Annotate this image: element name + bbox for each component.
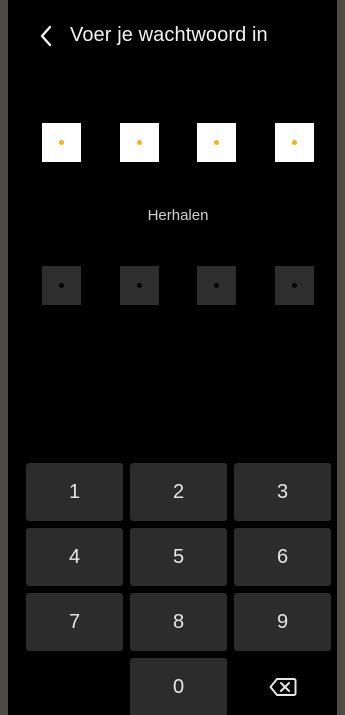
- pin-box-2: [120, 123, 159, 162]
- backspace-icon: [269, 678, 296, 696]
- pin-dot: [59, 283, 64, 288]
- key-3[interactable]: 3: [234, 463, 331, 521]
- key-4[interactable]: 4: [26, 528, 123, 586]
- pin-box-3: [197, 123, 236, 162]
- key-6[interactable]: 6: [234, 528, 331, 586]
- key-2[interactable]: 2: [130, 463, 227, 521]
- pin-dot: [214, 140, 219, 145]
- passcode-screen: Voer je wachtwoord in Herhalen 1 2 3 4 5…: [8, 0, 337, 715]
- page-title: Voer je wachtwoord in: [70, 24, 268, 46]
- key-1[interactable]: 1: [26, 463, 123, 521]
- header: Voer je wachtwoord in: [8, 0, 337, 72]
- key-7[interactable]: 7: [26, 593, 123, 651]
- pin-dot: [214, 283, 219, 288]
- delete-button[interactable]: [234, 658, 331, 715]
- back-button[interactable]: [32, 22, 60, 50]
- pin-dot: [292, 283, 297, 288]
- pin-dot: [137, 140, 142, 145]
- key-9[interactable]: 9: [234, 593, 331, 651]
- key-0[interactable]: 0: [130, 658, 227, 715]
- repeat-box-3: [197, 266, 236, 305]
- repeat-box-4: [275, 266, 314, 305]
- pin-repeat-row: [42, 266, 315, 306]
- pin-box-1: [42, 123, 81, 162]
- key-5[interactable]: 5: [130, 528, 227, 586]
- chevron-left-icon: [40, 25, 52, 47]
- pin-box-4: [275, 123, 314, 162]
- pin-dot: [59, 140, 64, 145]
- repeat-box-2: [120, 266, 159, 305]
- key-8[interactable]: 8: [130, 593, 227, 651]
- pin-entry-row: [42, 123, 315, 163]
- pin-dot: [137, 283, 142, 288]
- repeat-box-1: [42, 266, 81, 305]
- pin-dot: [292, 140, 297, 145]
- repeat-label: Herhalen: [147, 207, 209, 224]
